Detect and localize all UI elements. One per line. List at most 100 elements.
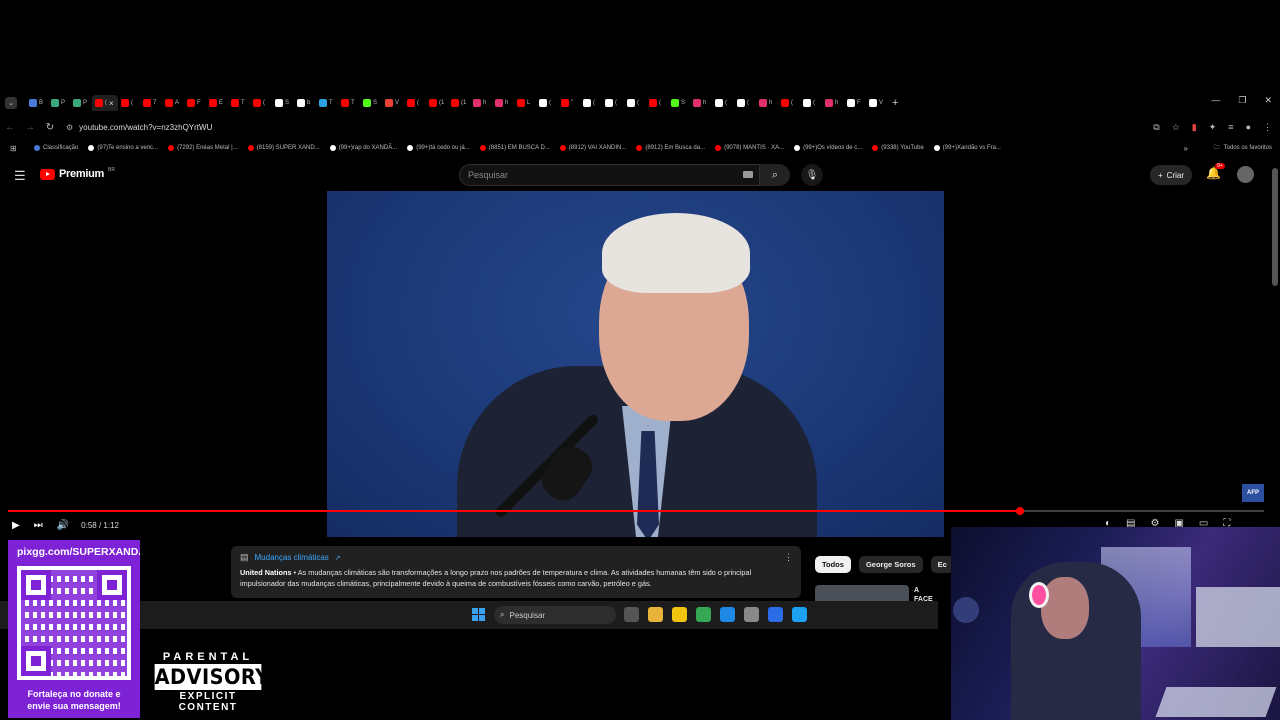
taskbar-app-icon[interactable] xyxy=(768,607,783,622)
browser-tab[interactable]: B xyxy=(26,95,48,111)
new-tab-button[interactable]: + xyxy=(892,97,898,109)
browser-tab[interactable]: ( xyxy=(602,95,624,111)
browser-tab[interactable]: (× xyxy=(92,95,118,111)
search-input[interactable]: Pesquisar xyxy=(459,164,760,186)
browser-tab[interactable]: ( xyxy=(646,95,668,111)
chip-george-soros[interactable]: George Soros xyxy=(858,556,923,573)
bookmark-item[interactable]: (99+)Os vídeos de c... xyxy=(794,145,862,151)
search-button[interactable]: ⌕ xyxy=(760,164,790,186)
user-avatar[interactable] xyxy=(1237,166,1254,183)
recommended-video-title[interactable]: A FACE DOS... xyxy=(914,586,938,602)
chip-all[interactable]: Todos xyxy=(815,556,851,573)
apps-grid-icon[interactable]: ⊞ xyxy=(10,144,24,153)
browser-tab[interactable]: F xyxy=(184,95,206,111)
video-frame[interactable] xyxy=(327,191,944,537)
restore-button[interactable]: ❐ xyxy=(1238,95,1246,106)
browser-tab[interactable]: ( xyxy=(624,95,646,111)
youtube-premium-logo[interactable]: Premium BR xyxy=(40,167,115,180)
more-options-icon[interactable]: ⋮ xyxy=(784,552,793,563)
browser-tab[interactable]: V xyxy=(866,95,888,111)
bookmark-item[interactable]: (9078) MANTIS · XA... xyxy=(715,145,784,151)
taskbar-app-icon[interactable] xyxy=(648,607,663,622)
bookmark-item[interactable]: (99+)tá cedo ou já... xyxy=(407,145,470,151)
browser-tab[interactable]: ( xyxy=(712,95,734,111)
next-icon[interactable]: ⏭ xyxy=(34,520,43,531)
info-panel-title[interactable]: Mudanças climáticas xyxy=(255,553,329,562)
minimize-button[interactable]: — xyxy=(1211,95,1220,106)
browser-tab[interactable]: ( xyxy=(778,95,800,111)
bookmark-item[interactable]: (8159) SUPER XAND... xyxy=(247,145,320,151)
back-icon[interactable]: ← xyxy=(0,122,20,133)
recommended-video-thumbnail[interactable] xyxy=(815,585,909,601)
browser-tab[interactable]: S xyxy=(272,95,294,111)
browser-tab[interactable]: ( xyxy=(536,95,558,111)
browser-tab[interactable]: ( xyxy=(734,95,756,111)
video-progress-bar[interactable] xyxy=(8,507,1264,515)
taskbar-app-icon[interactable] xyxy=(696,607,711,622)
browser-tab[interactable]: (1 xyxy=(448,95,470,111)
browser-tab[interactable]: S xyxy=(360,95,382,111)
bookmark-item[interactable]: Classificação xyxy=(34,145,78,151)
more-bookmarks-icon[interactable]: » xyxy=(1184,144,1188,153)
extension-red-icon[interactable]: ▮ xyxy=(1192,122,1197,133)
site-info-icon[interactable]: ⚙ xyxy=(66,123,73,132)
taskbar-app-icon[interactable] xyxy=(792,607,807,622)
bookmark-item[interactable]: (9338) YouTube xyxy=(872,145,924,151)
browser-tab[interactable]: E xyxy=(206,95,228,111)
browser-tab[interactable]: b xyxy=(294,95,316,111)
close-window-button[interactable]: ✕ xyxy=(1264,95,1272,106)
browser-tab[interactable]: h xyxy=(492,95,514,111)
browser-menu-icon[interactable]: ⋮ xyxy=(1263,122,1272,133)
browser-tab[interactable]: h xyxy=(470,95,492,111)
hamburger-menu-icon[interactable]: ☰ xyxy=(14,168,26,184)
omnibox[interactable]: ⚙ youtube.com/watch?v=nz3zhQYrtWU xyxy=(66,118,1156,136)
browser-tab[interactable]: h xyxy=(756,95,778,111)
browser-tab[interactable]: F xyxy=(844,95,866,111)
page-scrollbar[interactable] xyxy=(1272,168,1278,286)
browser-tab[interactable]: ( xyxy=(404,95,426,111)
bookmark-item[interactable]: (8851) EM BUSCA D... xyxy=(479,145,550,151)
browser-tab[interactable]: 7 xyxy=(140,95,162,111)
play-icon[interactable]: ▶ xyxy=(12,520,20,531)
tab-search-button[interactable]: ⌄ xyxy=(5,97,17,109)
browser-tab[interactable]: A xyxy=(162,95,184,111)
browser-tab[interactable]: ( xyxy=(800,95,822,111)
bookmark-item[interactable]: (8912) Em Busca da... xyxy=(636,145,705,151)
taskbar-app-icon[interactable] xyxy=(624,607,639,622)
browser-tab[interactable]: ( xyxy=(118,95,140,111)
browser-tab[interactable]: P xyxy=(48,95,70,111)
bookmark-item[interactable]: (99+)Xandão vs Fra... xyxy=(933,145,1001,151)
profile-avatar-icon[interactable]: ● xyxy=(1246,122,1251,133)
browser-tab[interactable]: h xyxy=(690,95,712,111)
browser-tab[interactable]: ( xyxy=(580,95,602,111)
install-app-icon[interactable]: ⧉ xyxy=(1153,122,1159,133)
taskbar-app-icon[interactable] xyxy=(720,607,735,622)
bookmark-item[interactable]: (97)Te ensino a venc... xyxy=(88,145,158,151)
browser-tab[interactable]: h xyxy=(822,95,844,111)
progress-scrubber[interactable] xyxy=(1016,507,1025,515)
browser-tab[interactable]: ( xyxy=(250,95,272,111)
taskbar-search[interactable]: ⌕ Pesquisar xyxy=(494,606,616,624)
browser-tab[interactable]: L xyxy=(514,95,536,111)
browser-tab[interactable]: S xyxy=(668,95,690,111)
all-bookmarks-button[interactable]: 🗀 Todos os favoritos xyxy=(1214,143,1272,153)
volume-icon[interactable]: 🔊 xyxy=(57,520,69,531)
forward-icon[interactable]: → xyxy=(20,122,40,133)
extensions-puzzle-icon[interactable]: ✦ xyxy=(1209,122,1217,133)
browser-tab[interactable]: " xyxy=(558,95,580,111)
browser-tab[interactable]: P xyxy=(70,95,92,111)
reload-icon[interactable]: ↻ xyxy=(40,122,60,133)
info-panel-header[interactable]: ▤ Mudanças climáticas ↗ xyxy=(240,552,792,563)
windows-start-icon[interactable] xyxy=(472,608,485,621)
tab-close-icon[interactable]: × xyxy=(109,99,114,108)
browser-tab[interactable]: T xyxy=(316,95,338,111)
browser-tab[interactable]: (1 xyxy=(426,95,448,111)
taskbar-app-icon[interactable] xyxy=(672,607,687,622)
voice-search-button[interactable]: 🎙 xyxy=(801,164,823,186)
media-control-icon[interactable]: ≡ xyxy=(1228,122,1233,133)
browser-tab[interactable]: V xyxy=(382,95,404,111)
taskbar-app-icon[interactable] xyxy=(744,607,759,622)
create-button[interactable]: + Criar xyxy=(1150,165,1193,185)
bookmark-item[interactable]: (99+)rap do XANDÃ... xyxy=(329,145,397,151)
keyboard-icon[interactable] xyxy=(743,171,753,178)
